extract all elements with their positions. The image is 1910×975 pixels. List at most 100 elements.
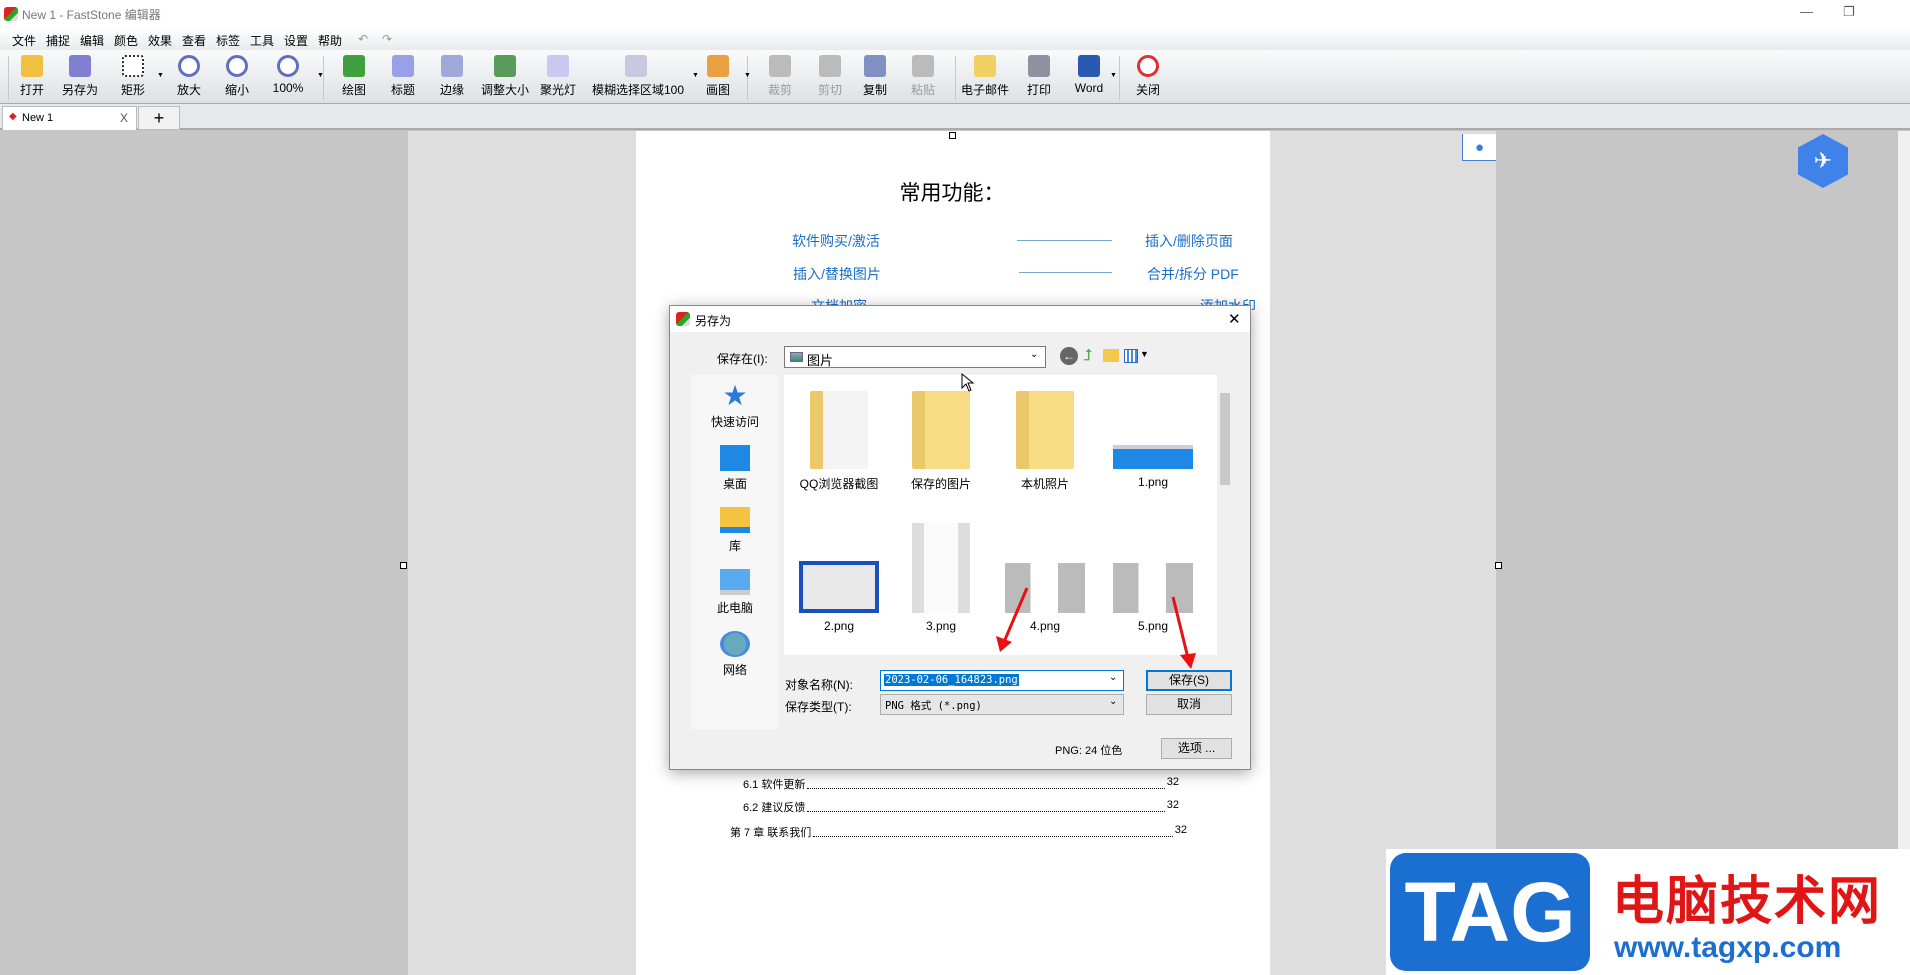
tab-bar: ◆ New 1 X + [0, 104, 1910, 130]
place-libraries[interactable]: 库 [691, 507, 779, 554]
minimize-button[interactable]: — [1800, 4, 1813, 19]
doc-link[interactable]: 插入/删除页面 [1145, 231, 1233, 251]
toolbar-separator [8, 56, 9, 100]
folder-item[interactable]: 保存的图片 [889, 391, 993, 492]
menu-settings[interactable]: 设置 [284, 32, 308, 49]
file-item[interactable]: 5.png [1101, 523, 1205, 633]
app-icon [676, 312, 690, 326]
computer-icon [720, 569, 750, 595]
resize-handle-left[interactable] [400, 562, 407, 569]
close-button[interactable]: 关闭 [1124, 53, 1172, 98]
dropdown-arrow-icon[interactable]: ▼ [692, 72, 699, 79]
file-list-scrollbar[interactable] [1217, 375, 1232, 655]
up-folder-icon[interactable]: ⮥ [1083, 347, 1092, 365]
location-pin-icon[interactable]: ● [1462, 134, 1496, 161]
place-quick-access[interactable]: ★ 快速访问 [691, 382, 779, 430]
filename-value: 2023-02-06_164823.png [884, 674, 1019, 686]
zoom-actual-icon [277, 55, 299, 77]
menu-edit[interactable]: 编辑 [80, 32, 104, 49]
open-folder-icon [21, 55, 43, 77]
doc-heading: 常用功能： [899, 181, 1005, 205]
menu-color[interactable]: 颜色 [114, 32, 138, 49]
email-icon [974, 55, 996, 77]
image-thumbnail [799, 561, 879, 613]
word-icon [1078, 55, 1100, 77]
network-icon [720, 631, 750, 657]
chevron-down-icon[interactable]: ⌄ [1109, 672, 1117, 683]
doc-link[interactable]: 软件购买/激活 [792, 231, 880, 251]
options-button[interactable]: 选项 ... [1161, 738, 1232, 759]
menu-bar: 文件 捕捉 编辑 颜色 效果 查看 标签 工具 设置 帮助 ↶ ↷ [0, 28, 1910, 50]
file-item[interactable]: 2.png [787, 523, 891, 633]
toc-page: 32 [1166, 799, 1179, 811]
file-label: 本机照片 [1020, 477, 1069, 491]
dropdown-arrow-icon[interactable]: ▼ [317, 72, 324, 79]
menu-tools[interactable]: 工具 [250, 32, 274, 49]
back-icon[interactable]: ← [1060, 347, 1078, 365]
cut-icon [819, 55, 841, 77]
scrollbar-thumb[interactable] [1220, 393, 1230, 485]
folder-item[interactable]: QQ浏览器截图 [787, 391, 891, 492]
menu-help[interactable]: 帮助 [318, 32, 342, 49]
places-bar: ★ 快速访问 桌面 库 此电脑 网络 [691, 375, 779, 729]
add-tab-button[interactable]: + [138, 106, 180, 130]
file-item[interactable]: 3.png [889, 523, 993, 633]
dropdown-arrow-icon[interactable]: ▼ [157, 72, 164, 79]
paint-button[interactable]: 画图 [694, 53, 742, 98]
place-this-pc[interactable]: 此电脑 [691, 569, 779, 616]
menu-effects[interactable]: 效果 [148, 32, 172, 49]
menu-tags[interactable]: 标签 [216, 32, 240, 49]
save-disk-icon [69, 55, 91, 77]
resize-handle-right[interactable] [1495, 562, 1502, 569]
save-button[interactable]: 保存(S) [1146, 670, 1232, 691]
zoom-100-button[interactable]: 100% [264, 53, 312, 95]
caption-icon [392, 55, 414, 77]
resize-handle-top[interactable] [949, 132, 956, 139]
filename-input[interactable]: 2023-02-06_164823.png ⌄ [880, 670, 1124, 691]
spotlight-button[interactable]: 聚光灯 [534, 53, 582, 98]
folder-item[interactable]: 本机照片 [993, 391, 1097, 492]
blur-button[interactable]: 模糊选择区域100 [592, 53, 684, 98]
file-item[interactable]: 4.png [993, 523, 1097, 633]
restore-button[interactable]: ❐ [1843, 4, 1855, 20]
paste-button[interactable]: 粘贴 [899, 53, 947, 98]
toolbar-label: 模糊选择区域100 [592, 83, 685, 97]
caret-down-icon[interactable]: ▼ [1140, 349, 1149, 359]
view-menu-icon[interactable] [1124, 349, 1138, 363]
cancel-button[interactable]: 取消 [1146, 694, 1232, 715]
toc-label: 6.2 建议反馈 [743, 802, 806, 814]
toc-entry: 6.1 软件更新 32 [743, 776, 1179, 792]
dropdown-arrow-icon[interactable]: ▼ [1110, 72, 1117, 79]
tab-new-1[interactable]: ◆ New 1 X [2, 106, 137, 130]
pictures-folder-icon [790, 352, 803, 362]
file-item[interactable]: 1.png [1101, 391, 1205, 489]
file-label: 5.png [1137, 619, 1169, 633]
menu-capture[interactable]: 捕捉 [46, 32, 70, 49]
dialog-close-button[interactable]: ✕ [1228, 310, 1241, 328]
paste-icon [912, 55, 934, 77]
watermark-brand: TAG [1390, 853, 1590, 971]
place-network[interactable]: 网络 [691, 631, 779, 678]
place-desktop[interactable]: 桌面 [691, 445, 779, 492]
redo-button[interactable]: ↷ [382, 32, 392, 46]
file-label: QQ浏览器截图 [799, 477, 879, 491]
new-folder-icon[interactable] [1103, 349, 1119, 362]
edge-icon [441, 55, 463, 77]
desktop-icon [720, 445, 750, 471]
doc-link[interactable]: 合并/拆分 PDF [1147, 264, 1239, 284]
menu-file[interactable]: 文件 [12, 32, 36, 49]
print-icon [1028, 55, 1050, 77]
tab-close-button[interactable]: X [120, 111, 128, 125]
menu-view[interactable]: 查看 [182, 32, 206, 49]
crop-icon [769, 55, 791, 77]
toc-label: 6.1 软件更新 [743, 779, 806, 791]
image-thumbnail [1113, 563, 1193, 613]
doc-link[interactable]: 插入/替换图片 [793, 264, 881, 284]
save-in-value: 图片 [807, 353, 834, 368]
save-in-dropdown[interactable]: 图片 ⌄ [784, 346, 1046, 368]
blur-icon [625, 55, 647, 77]
image-thumbnail [912, 523, 970, 613]
undo-button[interactable]: ↶ [358, 32, 368, 46]
dropdown-arrow-icon[interactable]: ▼ [744, 72, 751, 79]
filetype-dropdown[interactable]: PNG 格式 (*.png) ⌄ [880, 694, 1124, 715]
